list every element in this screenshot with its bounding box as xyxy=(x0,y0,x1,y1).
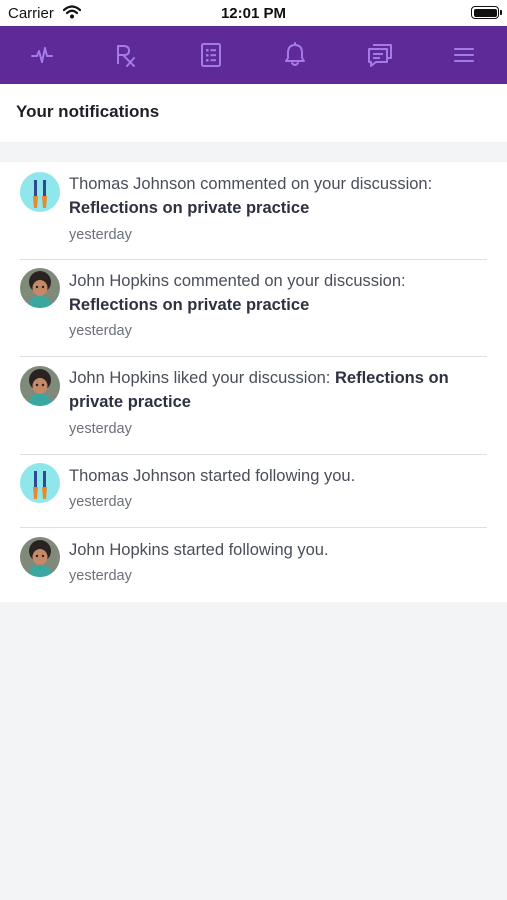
notification-item[interactable]: Thomas Johnson commented on your discuss… xyxy=(0,162,507,259)
prescription-icon xyxy=(113,42,139,68)
timestamp: yesterday xyxy=(69,494,132,510)
notification-message: John Hopkins liked your discussion: Refl… xyxy=(69,366,489,414)
nav-prescriptions-button[interactable] xyxy=(84,26,168,84)
tools-avatar xyxy=(20,172,60,212)
notification-item[interactable]: John Hopkins started following you. yest… xyxy=(0,528,507,602)
discussion-link[interactable]: Reflections on private practice xyxy=(69,296,309,314)
timestamp: yesterday xyxy=(69,323,132,339)
battery-icon xyxy=(471,6,502,19)
nav-notifications-button[interactable] xyxy=(253,26,337,84)
notification-item[interactable]: Thomas Johnson started following you. ye… xyxy=(0,455,507,527)
notification-message: John Hopkins started following you. xyxy=(69,538,489,562)
child-photo-avatar xyxy=(20,366,60,406)
notification-message: Thomas Johnson started following you. xyxy=(69,464,489,488)
action-text: commented on your discussion: xyxy=(195,175,433,193)
menu-icon xyxy=(453,45,475,65)
nav-documents-button[interactable] xyxy=(169,26,253,84)
notification-item[interactable]: John Hopkins liked your discussion: Refl… xyxy=(0,357,507,454)
clock: 12:01 PM xyxy=(220,5,287,22)
top-nav-bar xyxy=(0,26,507,84)
nav-menu-button[interactable] xyxy=(422,26,506,84)
actor-name: John Hopkins xyxy=(69,272,169,290)
action-text: started following you. xyxy=(195,467,356,485)
actor-name: John Hopkins xyxy=(69,369,169,387)
child-photo-avatar xyxy=(20,537,60,577)
action-text: liked your discussion: xyxy=(168,369,335,387)
page-title: Your notifications xyxy=(16,102,160,121)
discussion-link[interactable]: Reflections on private practice xyxy=(69,199,309,217)
bell-icon xyxy=(283,42,307,68)
action-text: commented on your discussion: xyxy=(168,272,406,290)
actor-name: Thomas Johnson xyxy=(69,175,196,193)
notification-message: Thomas Johnson commented on your discuss… xyxy=(69,172,489,220)
notification-message: John Hopkins commented on your discussio… xyxy=(69,269,489,317)
tools-avatar xyxy=(20,463,60,503)
action-text: started following you. xyxy=(168,541,329,559)
document-list-icon xyxy=(200,42,222,68)
timestamp: yesterday xyxy=(69,568,132,584)
notifications-header: Your notifications xyxy=(0,84,507,142)
timestamp: yesterday xyxy=(69,421,132,437)
chat-icon xyxy=(366,42,394,68)
notification-item[interactable]: John Hopkins commented on your discussio… xyxy=(0,260,507,356)
pulse-icon xyxy=(30,43,54,67)
nav-activity-button[interactable] xyxy=(0,26,84,84)
timestamp: yesterday xyxy=(69,227,132,243)
actor-name: Thomas Johnson xyxy=(69,467,196,485)
actor-name: John Hopkins xyxy=(69,541,169,559)
notification-list: Thomas Johnson commented on your discuss… xyxy=(0,162,507,602)
status-bar: Carrier 12:01 PM xyxy=(0,0,507,26)
child-photo-avatar xyxy=(20,268,60,308)
nav-messages-button[interactable] xyxy=(338,26,422,84)
